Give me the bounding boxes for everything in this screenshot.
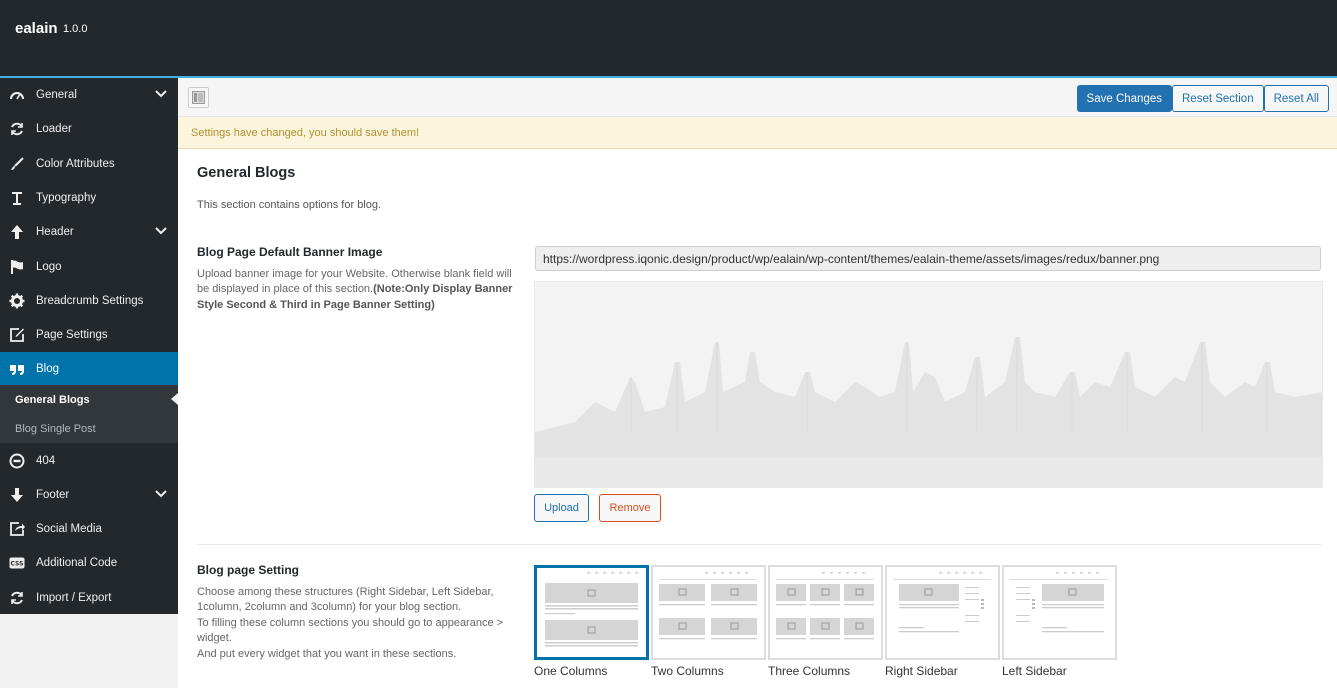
sidebar-item-label: Logo [36,260,62,273]
sidebar-item-label: General [36,89,77,102]
layout-icon [192,91,205,104]
sidebar-item-typography[interactable]: Typography [0,181,178,215]
industrial-skyline-image [535,282,1322,487]
layout-option-label: One Columns [534,664,608,678]
app-name: ealain [15,20,58,37]
refresh-icon [8,589,26,607]
layout-option-three-columns[interactable]: Three Columns [768,565,883,678]
sidebar-item-loader[interactable]: Loader [0,112,178,146]
text-icon [8,189,26,207]
layout-field-description: Choose among these structures (Right Sid… [197,585,527,662]
remove-button[interactable]: Remove [599,494,661,522]
sidebar-item-social-media[interactable]: Social Media [0,512,178,546]
refresh-icon [8,120,26,138]
layout-option-label: Right Sidebar [885,664,958,678]
minus-circle-icon [8,452,26,470]
layout-thumbnail [1002,565,1117,660]
sidebar-item-additional-code[interactable]: CSS Additional Code [0,546,178,580]
banner-field-description: Upload banner image for your Website. Ot… [197,267,519,313]
sidebar-item-page-settings[interactable]: Page Settings [0,318,178,352]
divider [197,544,1321,545]
section-title: General Blogs [197,165,296,181]
sidebar-item-label: Typography [36,192,97,205]
top-bar: ealain 1.0.0 [0,0,1337,78]
sidebar-item-footer[interactable]: Footer [0,478,178,512]
sidebar-item-logo[interactable]: Logo [0,249,178,283]
sidebar-item-label: Footer [36,488,70,501]
reset-section-button[interactable]: Reset Section [1172,85,1264,112]
layout-thumbnail [651,565,766,660]
arrow-down-icon [8,486,26,504]
edit-icon [8,326,26,344]
sidebar-item-label: Breadcrumb Settings [36,294,144,307]
sidebar-item-label: Additional Code [36,557,118,570]
arrow-up-icon [8,223,26,241]
main-panel: Save Changes Reset Section Reset All Set… [178,78,1337,688]
toolbar: Save Changes Reset Section Reset All [178,78,1337,117]
layout-desc-line: Choose among these structures (Right Sid… [197,586,494,614]
app-version: 1.0.0 [63,23,88,35]
layout-thumbnail [534,565,649,660]
layout-field-title: Blog page Setting [197,563,299,577]
banner-url-field[interactable]: https://wordpress.iqonic.design/product/… [535,246,1321,271]
svg-text:CSS: CSS [11,561,24,568]
expand-options-button[interactable] [188,87,209,108]
reset-all-button[interactable]: Reset All [1263,85,1329,112]
layout-option-left-sidebar[interactable]: Left Sidebar [1002,565,1117,678]
brush-icon [8,155,26,173]
chevron-down-icon [155,90,167,98]
sidebar-item-color-attributes[interactable]: Color Attributes [0,147,178,181]
sidebar-item-general[interactable]: General [0,78,178,112]
layout-option-one-columns[interactable]: One Columns [534,565,649,678]
layout-option-label: Left Sidebar [1002,664,1067,678]
submenu-item-blog-single-post[interactable]: Blog Single Post [0,414,178,443]
sidebar-item-header[interactable]: Header [0,215,178,249]
sidebar-item-label: Page Settings [36,329,108,342]
layout-desc-line: And put every widget that you want in th… [197,647,457,660]
chevron-down-icon [155,489,167,498]
share-icon [8,520,26,538]
chevron-down-icon [155,227,167,235]
sidebar-item-label: Social Media [36,523,102,536]
sidebar: General Loader Color Attributes Typograp… [0,78,178,614]
section-description: This section contains options for blog. [197,199,382,211]
unsaved-notice: Settings have changed, you should save t… [178,117,1337,149]
sidebar-item-label: Color Attributes [36,157,115,170]
sidebar-item-breadcrumb-settings[interactable]: Breadcrumb Settings [0,284,178,318]
banner-image-preview [534,281,1323,488]
flag-icon [8,258,26,276]
layout-desc-line: To filling these column sections you sho… [197,616,504,645]
blog-layout-options: One Columns Two Columns Three Columns Ri… [534,565,1119,678]
layout-option-label: Two Columns [651,664,724,678]
layout-thumbnail [885,565,1000,660]
submenu-item-general-blogs[interactable]: General Blogs [0,385,178,414]
banner-field-title: Blog Page Default Banner Image [197,245,383,259]
sidebar-item-blog[interactable]: Blog [0,352,178,386]
css-icon: CSS [8,554,26,572]
sidebar-item-label: Import / Export [36,591,112,604]
sidebar-item-label: Blog [36,362,60,375]
sidebar-item-label: Header [36,226,74,239]
layout-option-label: Three Columns [768,664,851,678]
sidebar-item-404[interactable]: 404 [0,443,178,477]
blog-submenu: General Blogs Blog Single Post [0,385,178,444]
layout-option-right-sidebar[interactable]: Right Sidebar [885,565,1000,678]
sidebar-item-import-export[interactable]: Import / Export [0,581,178,615]
sidebar-item-label: 404 [36,454,56,467]
sidebar-item-label: Loader [36,123,72,136]
gear-icon [8,292,26,310]
dashboard-icon [8,86,26,104]
quote-icon [8,360,26,378]
layout-option-two-columns[interactable]: Two Columns [651,565,766,678]
layout-thumbnail [768,565,883,660]
save-changes-button[interactable]: Save Changes [1076,85,1172,112]
upload-button[interactable]: Upload [534,494,589,522]
